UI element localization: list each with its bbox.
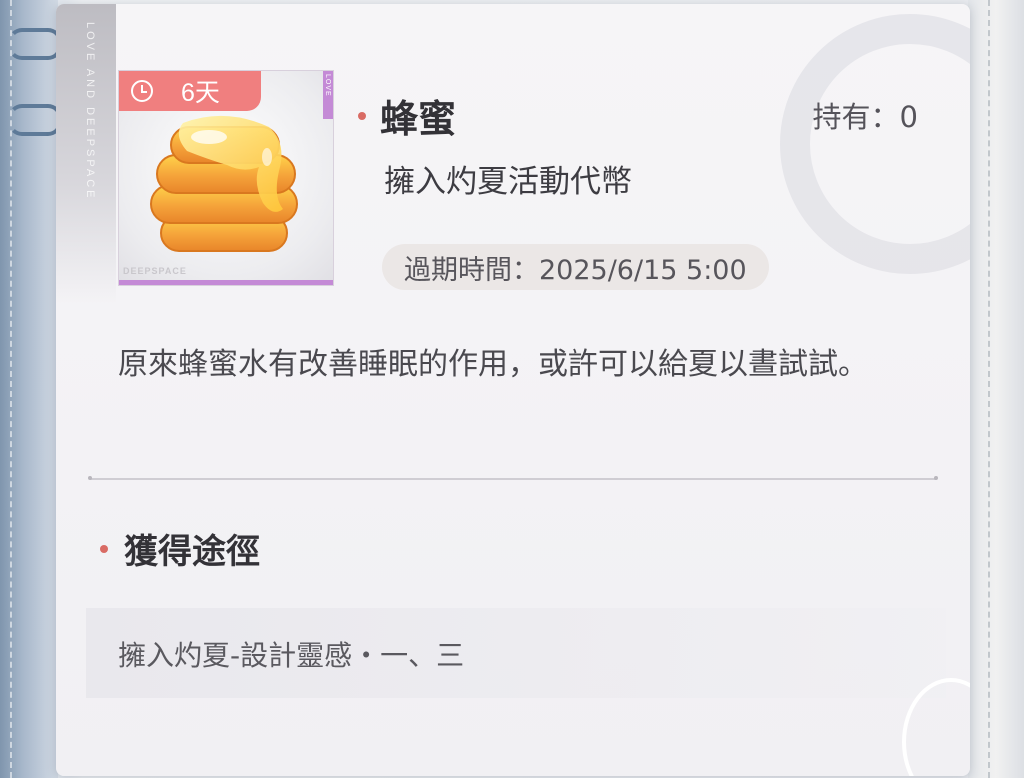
expiry-time-pill: 過期時間：2025/6/15 5:00 — [382, 244, 769, 290]
item-description: 原來蜂蜜水有改善睡眠的作用，或許可以給夏以晝試試。 — [118, 347, 868, 382]
rarity-strip — [119, 280, 333, 285]
thumb-tag: LOVE — [324, 74, 331, 97]
notebook-right-edge — [968, 0, 1024, 778]
right-stitch — [988, 0, 990, 778]
rarity-bar: LOVE — [323, 71, 333, 119]
vertical-brand-text: LOVE AND DEEPSPACE — [84, 22, 96, 201]
binder-ring — [8, 28, 62, 60]
item-category: 擁入灼夏活動代幣 — [384, 164, 632, 200]
source-item[interactable]: 擁入灼夏-設計靈感・一、三 — [118, 634, 464, 674]
item-name: 蜂蜜 — [380, 96, 457, 141]
item-title-row: 蜂蜜 — [358, 88, 456, 143]
sources-header: 獲得途徑 — [100, 524, 260, 573]
binder-ring — [8, 104, 62, 136]
sources-title: 獲得途徑 — [124, 532, 260, 572]
honey-icon — [150, 115, 298, 252]
bullet-dot — [100, 544, 108, 553]
bullet-dot — [358, 111, 366, 120]
thumb-brand: DEEPSPACE — [123, 266, 187, 276]
clock-icon — [131, 80, 153, 102]
expiry-time-text: 過期時間：2025/6/15 5:00 — [404, 254, 747, 286]
expiry-timer-badge: 6天 — [119, 71, 261, 111]
item-thumbnail: LOVE DEEPSPACE 6天 — [118, 70, 334, 286]
decorative-arc — [780, 14, 970, 274]
timer-text: 6天 — [181, 79, 220, 107]
item-detail-card: LOVE AND DEEPSPACE LOVE DEEPSPACE 6天 蜂蜜 … — [56, 4, 970, 776]
section-divider — [88, 476, 938, 480]
owned-count: 持有：0 — [812, 100, 918, 134]
